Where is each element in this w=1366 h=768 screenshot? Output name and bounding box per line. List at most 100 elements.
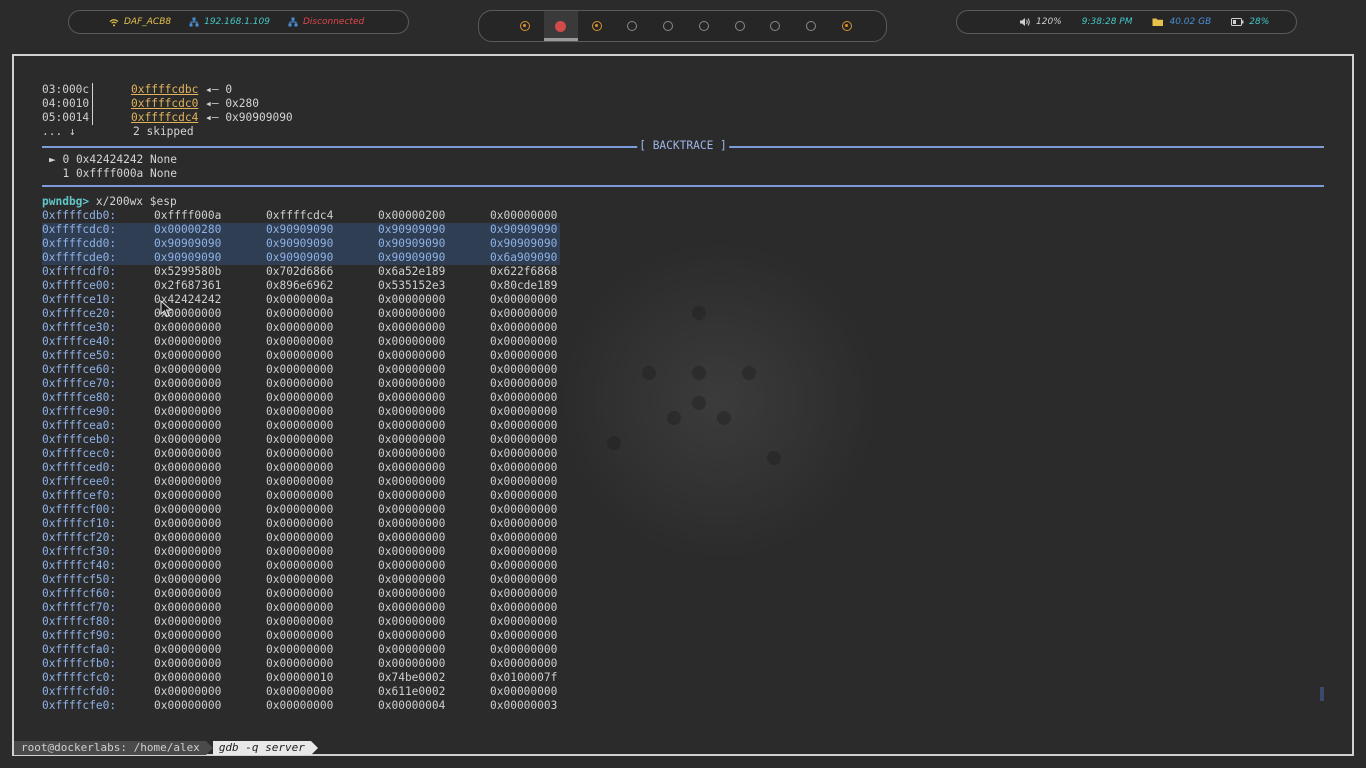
memory-word: 0x6a52e189: [378, 265, 446, 278]
memory-word: 0x00000280: [154, 223, 222, 236]
workspace-2-active[interactable]: [543, 11, 578, 41]
memory-word: 0x00000000: [378, 293, 446, 306]
stack-line: 05:0014 0xffffcdc4 ◂— 0x90909090: [42, 111, 293, 125]
memory-word: 0x00000000: [378, 335, 446, 348]
workspace-6[interactable]: [698, 21, 709, 31]
memory-word: 0x535152e3: [378, 279, 446, 292]
backtrace-divider: [ BACKTRACE ]: [42, 139, 1324, 153]
memory-row: 0xffffcfc0: 0x00000000 0x00000010 0x74be000…: [42, 671, 1324, 685]
memory-word: 0x00000000: [490, 503, 558, 516]
memory-address: 0xffffcf70:: [42, 601, 117, 614]
memory-word: 0x00000000: [490, 321, 558, 334]
memory-word: 0x00000000: [266, 405, 334, 418]
vpn-segment[interactable]: Disconnected: [288, 17, 364, 27]
workspace-5[interactable]: [663, 21, 674, 31]
memory-address: 0xffffcdf0:: [42, 265, 117, 278]
memory-row: 0xffffcfa0: 0x00000000 0x00000000 0x0000000…: [42, 643, 1324, 657]
memory-word: 0x00000000: [378, 475, 446, 488]
memory-address: 0xffffce80:: [42, 391, 117, 404]
memory-word: 0x00000000: [266, 699, 334, 712]
memory-word: 0x00000004: [378, 699, 446, 712]
command-line[interactable]: pwndbg> x/200wx $esp: [42, 195, 1324, 209]
workspace-9[interactable]: [806, 21, 817, 31]
memory-word: 0x90909090: [378, 237, 446, 250]
memory-address: 0xffffce40:: [42, 335, 117, 348]
memory-row: 0xffffcf50: 0x00000000 0x00000000 0x0000000…: [42, 573, 1324, 587]
backtrace-frame: 1 0xffff000a None: [49, 167, 177, 180]
memory-word: 0x00000000: [490, 419, 558, 432]
terminal-window[interactable]: 03:000c 0xffffcdbc ◂— 0 04:0010 0xffffcdc0…: [12, 54, 1354, 756]
workspace-10[interactable]: [841, 21, 852, 31]
battery-segment[interactable]: 28%: [1231, 17, 1269, 27]
memory-word: 0xffff000a: [154, 209, 222, 222]
memory-word: 0x00000000: [378, 531, 446, 544]
memory-word: 0x00000000: [490, 601, 558, 614]
memory-row: 0xffffcfe0: 0x00000000 0x00000000 0x0000000…: [42, 699, 1324, 713]
memory-word: 0x00000000: [154, 349, 222, 362]
memory-word: 0x00000000: [266, 629, 334, 642]
memory-word: 0x00000000: [490, 587, 558, 600]
network-icon: [189, 17, 199, 27]
memory-word: 0x00000000: [154, 503, 222, 516]
stack-address-link[interactable]: 0xffffcdc4: [131, 111, 198, 124]
backtrace-frame: ► 0 0x42424242 None: [49, 153, 177, 166]
stack-address-link[interactable]: 0xffffcdc0: [131, 97, 198, 110]
memory-word: 0x00000000: [490, 349, 558, 362]
memory-address: 0xffffcfa0:: [42, 643, 117, 656]
memory-address: 0xffffcde0:: [42, 251, 117, 264]
stack-line: 03:000c 0xffffcdbc ◂— 0: [42, 83, 233, 97]
stack-address-link[interactable]: 0xffffcdbc: [131, 83, 198, 96]
wifi-segment[interactable]: DAF_ACB8: [109, 17, 171, 27]
memory-word: 0x00000000: [378, 447, 446, 460]
folder-icon: [1152, 18, 1164, 26]
memory-word: 0x00000000: [378, 587, 446, 600]
workspace-4[interactable]: [627, 21, 638, 31]
memory-word: 0x90909090: [378, 223, 446, 236]
clock-segment[interactable]: 9:38:28 PM: [1082, 17, 1133, 27]
memory-row: 0xffffcea0: 0x00000000 0x00000000 0x0000000…: [42, 419, 1324, 433]
workspace-7[interactable]: [734, 21, 745, 31]
stack-line: 04:0010 0xffffcdc0 ◂— 0x280: [42, 97, 259, 111]
volume-segment[interactable]: 120%: [1019, 17, 1062, 27]
memory-word: 0x00000010: [266, 671, 334, 684]
memory-address: 0xffffcf30:: [42, 545, 117, 558]
memory-word: 0x00000000: [154, 671, 222, 684]
memory-word: 0x90909090: [266, 237, 334, 250]
memory-address: 0xffffcdc0:: [42, 223, 117, 236]
scroll-indicator[interactable]: [1320, 687, 1324, 701]
ip-segment[interactable]: 192.168.1.109: [189, 17, 270, 27]
memory-word: 0x00000000: [490, 363, 558, 376]
memory-row: 0xffffcf90: 0x00000000 0x00000000 0x0000000…: [42, 629, 1324, 643]
network-status-bar: DAF_ACB8 192.168.1.109 Disconnected: [68, 10, 409, 34]
memory-row: 0xffffce60: 0x00000000 0x00000000 0x0000000…: [42, 363, 1324, 377]
memory-word: 0x00000000: [266, 643, 334, 656]
memory-word: 0x00000000: [154, 391, 222, 404]
memory-address: 0xffffce10:: [42, 293, 117, 306]
memory-word: 0x00000000: [378, 503, 446, 516]
memory-word: 0x00000000: [490, 475, 558, 488]
memory-word: 0x90909090: [266, 223, 334, 236]
memory-word: 0x00000000: [266, 377, 334, 390]
memory-row: 0xffffcf00: 0x00000000 0x00000000 0x0000000…: [42, 503, 1324, 517]
memory-word: 0x00000000: [490, 461, 558, 474]
memory-row: 0xffffcf40: 0x00000000 0x00000000 0x0000000…: [42, 559, 1324, 573]
workspace-1[interactable]: [520, 21, 530, 31]
memory-row: 0xffffcfb0: 0x00000000 0x00000000 0x0000000…: [42, 657, 1324, 671]
memory-word: 0x00000000: [154, 629, 222, 642]
memory-word: 0x00000000: [266, 531, 334, 544]
memory-word: 0x622f6868: [490, 265, 558, 278]
memory-address: 0xffffce70:: [42, 377, 117, 390]
memory-row: 0xffffcdb0: 0xffff000a 0xffffcdc4 0x0000020…: [42, 209, 1324, 223]
memory-word: 0x00000000: [154, 433, 222, 446]
memory-word: 0x00000000: [266, 573, 334, 586]
memory-word: 0x00000000: [490, 293, 558, 306]
memory-row: 0xffffcdc0: 0x00000280 0x90909090 0x9090909…: [42, 223, 1324, 237]
memory-row: 0xffffcec0: 0x00000000 0x00000000 0x0000000…: [42, 447, 1324, 461]
workspace-3[interactable]: [591, 21, 602, 31]
memory-word: 0x00000000: [154, 587, 222, 600]
disk-segment[interactable]: 40.02 GB: [1152, 17, 1211, 27]
workspace-8[interactable]: [770, 21, 781, 31]
memory-word: 0x00000000: [266, 307, 334, 320]
memory-word: 0x00000000: [490, 615, 558, 628]
memory-address: 0xffffcf50:: [42, 573, 117, 586]
